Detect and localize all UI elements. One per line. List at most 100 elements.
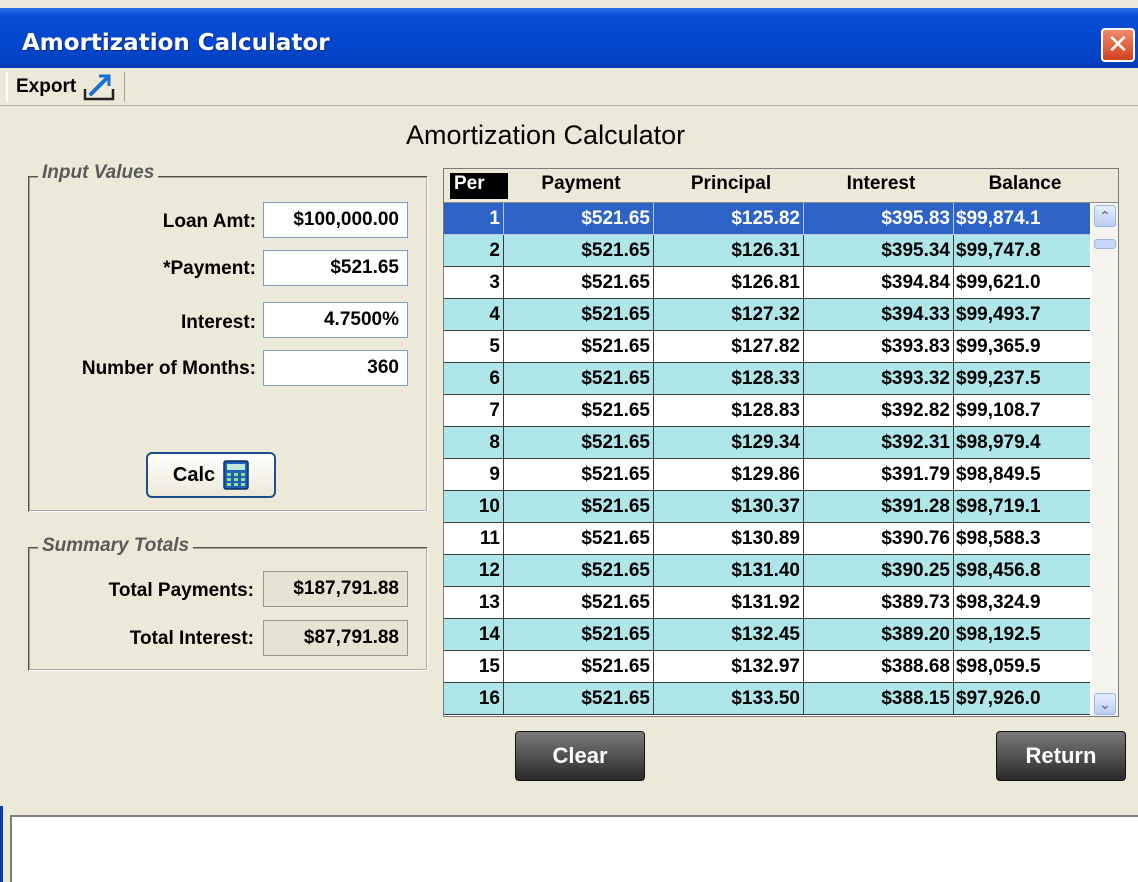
payment-field[interactable]: $521.65 (263, 250, 408, 286)
table-cell: $97,926.0 (954, 683, 1090, 715)
months-label: Number of Months: (81, 358, 256, 379)
table-row[interactable]: 13 $521.65 $131.92 $389.73 $98,324.9 (444, 587, 1090, 619)
close-button[interactable]: ✕ (1101, 28, 1135, 62)
table-cell: $521.65 (504, 459, 654, 491)
table-cell: $99,493.7 (954, 299, 1090, 331)
table-cell: 2 (444, 235, 504, 267)
table-cell: $390.76 (804, 523, 954, 555)
table-cell: 7 (444, 395, 504, 427)
table-cell: $521.65 (504, 491, 654, 523)
table-cell: 10 (444, 491, 504, 523)
table-row[interactable]: 2 $521.65 $126.31 $395.34 $99,747.8 (444, 235, 1090, 267)
table-cell: $99,237.5 (954, 363, 1090, 395)
export-icon (83, 74, 115, 101)
return-button[interactable]: Return (996, 731, 1126, 781)
table-scrollbar[interactable]: ⌃ ⌄ (1092, 203, 1118, 716)
page-title: Amortization Calculator (406, 120, 686, 150)
table-cell: $126.81 (654, 267, 804, 299)
table-cell: $99,621.0 (954, 267, 1090, 299)
table-row[interactable]: 12 $521.65 $131.40 $390.25 $98,456.8 (444, 555, 1090, 587)
loan-amt-label: Loan Amt: (162, 211, 256, 232)
table-cell: $133.50 (654, 683, 804, 715)
table-cell: $98,849.5 (954, 459, 1090, 491)
table-row[interactable]: 14 $521.65 $132.45 $389.20 $98,192.5 (444, 619, 1090, 651)
table-row[interactable]: 5 $521.65 $127.82 $393.83 $99,365.9 (444, 331, 1090, 363)
scroll-up-button[interactable]: ⌃ (1094, 205, 1116, 227)
clear-button[interactable]: Clear (515, 731, 645, 781)
close-icon: ✕ (1107, 29, 1129, 59)
table-cell: $126.31 (654, 235, 804, 267)
table-cell: $99,108.7 (954, 395, 1090, 427)
table-cell: $389.20 (804, 619, 954, 651)
table-cell: 9 (444, 459, 504, 491)
column-header-payment[interactable]: Payment (508, 173, 654, 199)
table-cell: $392.82 (804, 395, 954, 427)
table-cell: $131.40 (654, 555, 804, 587)
table-cell: $98,324.9 (954, 587, 1090, 619)
table-cell: $521.65 (504, 651, 654, 683)
table-cell: $98,192.5 (954, 619, 1090, 651)
table-cell: $393.83 (804, 331, 954, 363)
calc-button-label: Calc (172, 463, 216, 486)
total-interest-value: $87,791.88 (263, 620, 408, 656)
table-cell: $395.34 (804, 235, 954, 267)
table-row[interactable]: 6 $521.65 $128.33 $393.32 $99,237.5 (444, 363, 1090, 395)
table-cell: $521.65 (504, 683, 654, 715)
table-row[interactable]: 8 $521.65 $129.34 $392.31 $98,979.4 (444, 427, 1090, 459)
table-row[interactable]: 1 $521.65 $125.82 $395.83 $99,874.1 (444, 203, 1090, 235)
scroll-thumb[interactable] (1094, 239, 1116, 249)
table-row[interactable]: 4 $521.65 $127.32 $394.33 $99,493.7 (444, 299, 1090, 331)
table-cell: 6 (444, 363, 504, 395)
calc-button[interactable]: Calc (146, 452, 276, 498)
table-cell: 5 (444, 331, 504, 363)
table-cell: 3 (444, 267, 504, 299)
table-row[interactable]: 9 $521.65 $129.86 $391.79 $98,849.5 (444, 459, 1090, 491)
table-cell: $130.89 (654, 523, 804, 555)
table-cell: 13 (444, 587, 504, 619)
column-header-interest[interactable]: Interest (808, 173, 954, 199)
table-cell: $393.32 (804, 363, 954, 395)
export-menu-label: Export (16, 76, 77, 97)
table-row[interactable]: 11 $521.65 $130.89 $390.76 $98,588.3 (444, 523, 1090, 555)
table-cell: $521.65 (504, 587, 654, 619)
scroll-down-button[interactable]: ⌄ (1094, 693, 1116, 715)
table-cell: $521.65 (504, 395, 654, 427)
table-row[interactable]: 15 $521.65 $132.97 $388.68 $98,059.5 (444, 651, 1090, 683)
table-cell: $129.34 (654, 427, 804, 459)
amortization-table[interactable]: Per Payment Principal Interest Balance 1… (443, 168, 1119, 717)
export-menu[interactable]: Export (6, 72, 126, 102)
table-row[interactable]: 3 $521.65 $126.81 $394.84 $99,621.0 (444, 267, 1090, 299)
table-cell: $388.15 (804, 683, 954, 715)
table-cell: $392.31 (804, 427, 954, 459)
table-row[interactable]: 16 $521.65 $133.50 $388.15 $97,926.0 (444, 683, 1090, 715)
table-cell: $125.82 (654, 203, 804, 235)
table-cell: $129.86 (654, 459, 804, 491)
months-field[interactable]: 360 (263, 350, 408, 386)
table-cell: $521.65 (504, 331, 654, 363)
table-cell: 8 (444, 427, 504, 459)
total-interest-label: Total Interest: (129, 628, 254, 649)
table-row[interactable]: 10 $521.65 $130.37 $391.28 $98,719.1 (444, 491, 1090, 523)
title-bar[interactable]: Amortization Calculator ✕ (0, 8, 1138, 68)
table-cell: $521.65 (504, 299, 654, 331)
table-cell: $388.68 (804, 651, 954, 683)
column-header-principal[interactable]: Principal (658, 173, 804, 199)
table-cell: $127.82 (654, 331, 804, 363)
table-cell: $391.28 (804, 491, 954, 523)
column-header-balance[interactable]: Balance (958, 173, 1092, 199)
table-cell: $132.45 (654, 619, 804, 651)
menu-bar: Export (0, 68, 1138, 106)
table-cell: $521.65 (504, 363, 654, 395)
table-cell: $98,456.8 (954, 555, 1090, 587)
table-cell: $99,874.1 (954, 203, 1090, 235)
loan-amt-field[interactable]: $100,000.00 (263, 202, 408, 238)
column-header-per[interactable]: Per (450, 173, 508, 199)
interest-field[interactable]: 4.7500% (263, 302, 408, 338)
table-cell: $521.65 (504, 235, 654, 267)
table-row[interactable]: 7 $521.65 $128.83 $392.82 $99,108.7 (444, 395, 1090, 427)
table-cell: $521.65 (504, 203, 654, 235)
table-cell: $127.32 (654, 299, 804, 331)
summary-totals-title: Summary Totals (38, 535, 194, 557)
table-cell: $394.84 (804, 267, 954, 299)
input-values-title: Input Values (38, 162, 159, 184)
